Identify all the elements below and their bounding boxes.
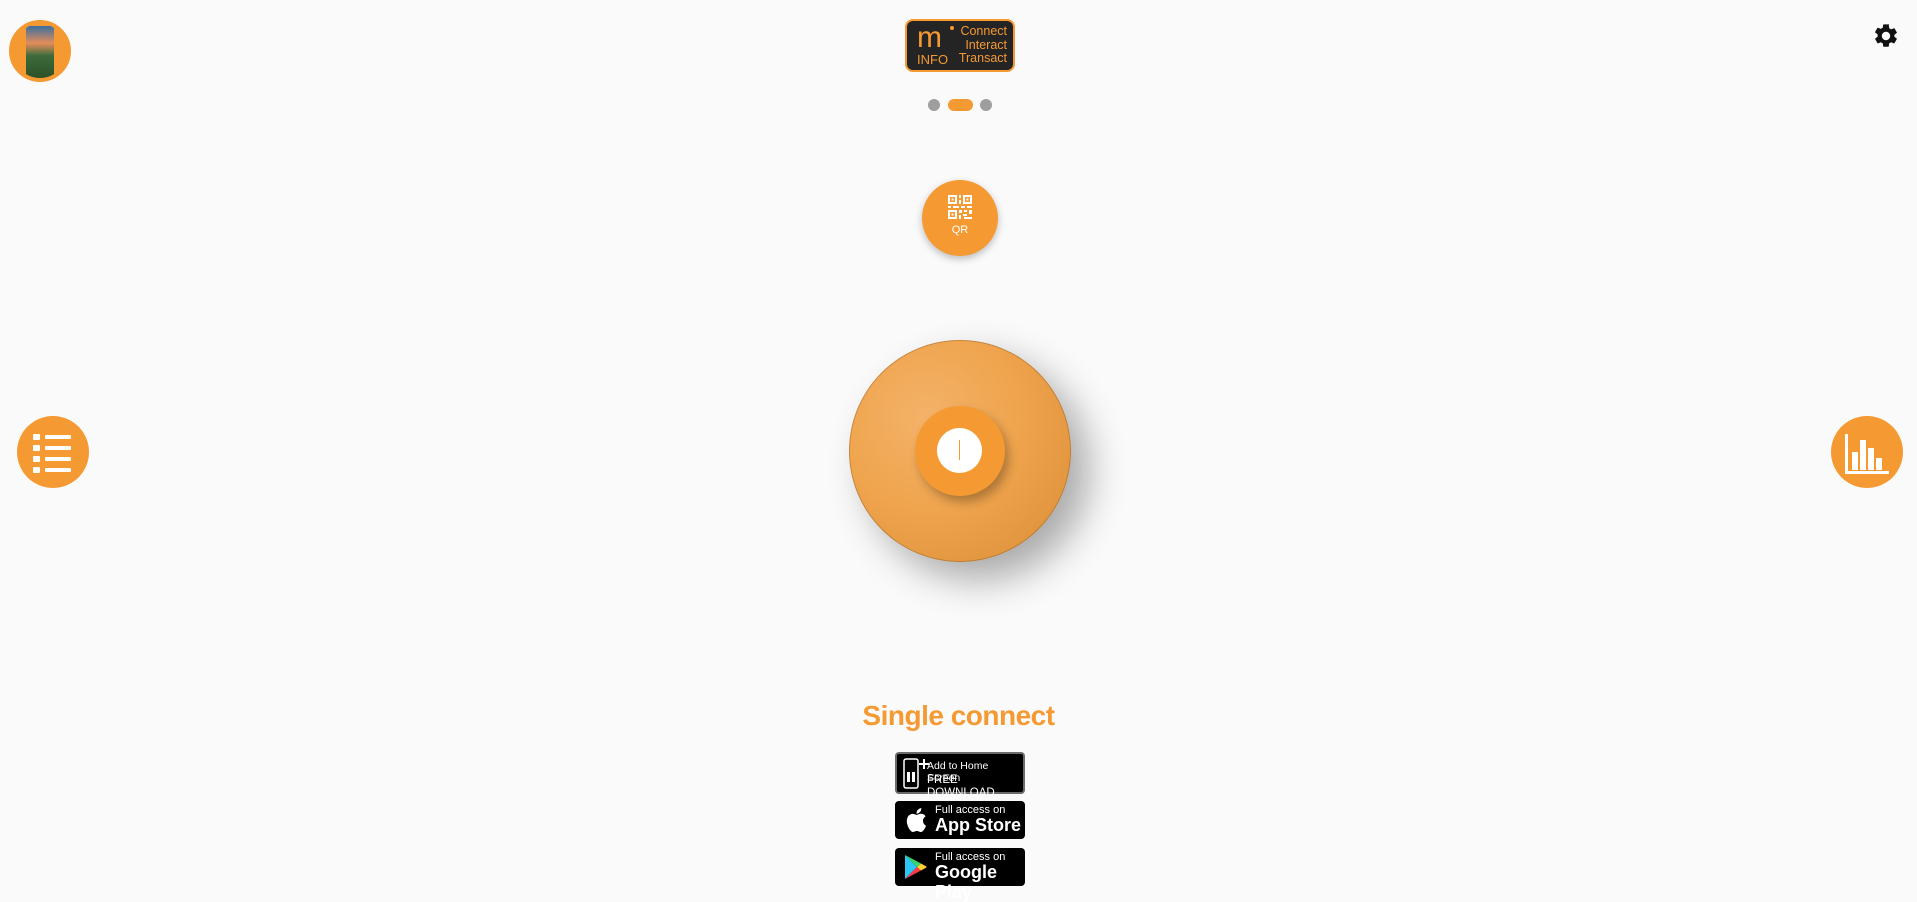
qr-scan-button[interactable]: QR (922, 180, 998, 256)
bar-chart-icon (1845, 434, 1889, 474)
page-indicator-dot[interactable] (928, 99, 940, 111)
brand-logo: m INFO Connect Interact Transact (905, 19, 1015, 72)
google-play-badge[interactable]: Full access on Google Play (895, 848, 1025, 902)
google-play-icon (905, 855, 927, 879)
profile-avatar[interactable] (9, 20, 71, 82)
tagline-connect: Connect (960, 24, 1007, 38)
add-to-home-screen-badge[interactable]: Add to Home Screen FREE DOWNLOAD (895, 752, 1025, 799)
qr-label: QR (951, 224, 969, 236)
avatar-image (26, 26, 54, 78)
statistics-button[interactable] (1831, 416, 1903, 488)
apple-icon (906, 808, 926, 832)
badge-home-line2: FREE DOWNLOAD (927, 774, 995, 799)
gear-icon[interactable] (1872, 22, 1900, 50)
mode-label: Single connect (862, 700, 1055, 731)
logo-tagline: Connect Interact Transact (947, 24, 1007, 66)
qr-code-icon (948, 195, 972, 219)
app-store-big: App Store (935, 815, 1022, 835)
google-play-big: Google Play (935, 862, 997, 902)
app-store-badge[interactable]: Full access on App Store (895, 801, 1025, 839)
connect-dial-button[interactable] (915, 406, 1005, 496)
text-cursor (959, 440, 960, 460)
page-indicator-dot[interactable] (980, 99, 992, 111)
dial-input-field[interactable] (937, 428, 982, 473)
tagline-transact: Transact (958, 51, 1007, 65)
logo-sub: INFO (917, 52, 949, 67)
menu-button[interactable] (17, 416, 89, 488)
page-indicator-active[interactable] (948, 99, 973, 111)
tagline-interact: Interact (965, 37, 1007, 52)
logo-mark: m (917, 21, 942, 54)
list-icon (33, 434, 71, 473)
connect-dial[interactable] (849, 340, 1071, 562)
